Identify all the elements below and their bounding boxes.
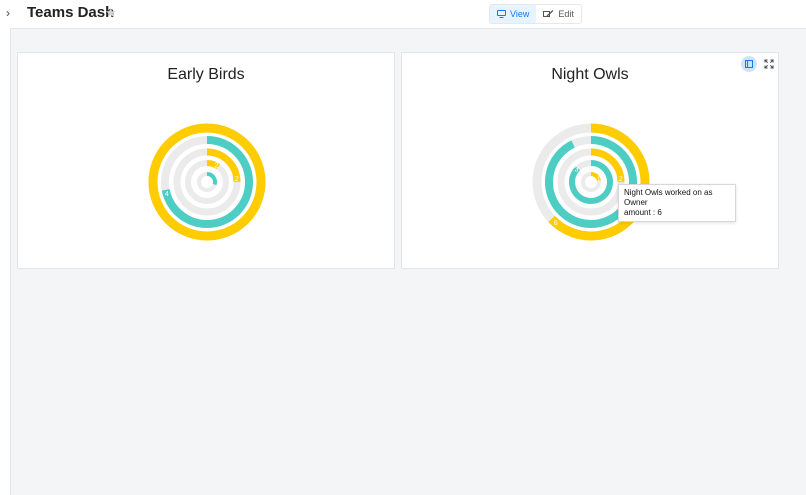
sidebar-expand-icon[interactable]: › bbox=[6, 6, 10, 20]
window-icon[interactable] bbox=[741, 56, 757, 72]
collapsed-sidebar bbox=[0, 28, 11, 495]
ring-value-label: 4 bbox=[165, 191, 169, 198]
ring-track bbox=[185, 160, 229, 204]
edit-mode-button[interactable]: Edit bbox=[536, 5, 581, 23]
favorite-star-icon[interactable]: ★ bbox=[105, 5, 117, 21]
chart-tooltip: Night Owls worked on as Owner amount : 6 bbox=[618, 184, 736, 222]
tooltip-value: amount : 6 bbox=[624, 208, 662, 217]
ring-value-label: 6 bbox=[554, 220, 558, 227]
ring-bar[interactable] bbox=[206, 172, 217, 186]
view-mode-button[interactable]: View bbox=[490, 5, 537, 23]
monitor-icon bbox=[497, 10, 506, 18]
chart-title: Night Owls bbox=[551, 66, 629, 83]
edit-icon bbox=[543, 10, 554, 17]
radial-chart-night-owls: 6 2 3 1 bbox=[532, 123, 650, 241]
fullscreen-icon[interactable] bbox=[761, 56, 777, 72]
tooltip-title: Night Owls worked on as Owner bbox=[624, 188, 713, 207]
chart-panel-night-owls: 6 2 3 1 Night Owls Night Owls worked on as … bbox=[401, 52, 779, 269]
ring-bar[interactable] bbox=[148, 123, 266, 241]
chart-title: Early Birds bbox=[167, 66, 245, 83]
radial-chart-early-birds: 4 2 2 bbox=[148, 123, 266, 241]
ring-value-label: 2 bbox=[619, 176, 623, 183]
mode-switch: View Edit bbox=[489, 4, 582, 24]
dashboard-title: Teams Dash bbox=[27, 4, 115, 21]
ring-value-label: 1 bbox=[597, 177, 601, 184]
dashboard-header: › Teams Dash ★ View Edit bbox=[0, 0, 806, 29]
ring-value-label: 2 bbox=[235, 176, 239, 183]
ring-value-label: 2 bbox=[215, 163, 219, 170]
edit-mode-label: Edit bbox=[558, 9, 574, 19]
ring-value-label: 3 bbox=[575, 167, 579, 174]
view-mode-label: View bbox=[510, 9, 530, 19]
chart-panel-early-birds: 4 2 2 Early Birds bbox=[17, 52, 395, 269]
